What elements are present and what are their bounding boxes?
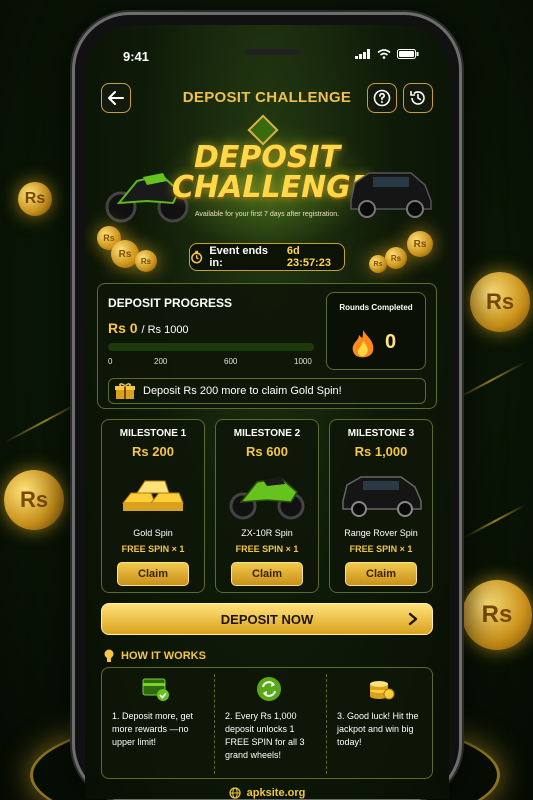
clock: 9:41 xyxy=(123,49,150,64)
back-button[interactable] xyxy=(101,83,131,113)
milestone-prize: ZX-10R Spin xyxy=(241,528,293,538)
history-button[interactable] xyxy=(403,83,433,113)
rounds-value: 0 xyxy=(385,331,397,353)
coin-pile-icon: Rs Rs Rs xyxy=(367,231,437,281)
progress-bar xyxy=(108,343,314,351)
background-coin: Rs xyxy=(462,580,532,650)
progress-tick: 600 xyxy=(224,357,238,366)
milestone-card-1: MILESTONE 1 Rs 200 Gold Spin FREE SPIN ×… xyxy=(101,419,205,593)
help-button[interactable] xyxy=(367,83,397,113)
claim-button[interactable]: Claim xyxy=(231,562,303,586)
deposit-now-button[interactable]: DEPOSIT NOW xyxy=(101,603,433,635)
milestone-card-3: MILESTONE 3 Rs 1,000 Range Rover Spin FR… xyxy=(329,419,433,593)
progress-current: Rs 0 xyxy=(108,320,138,336)
status-icons xyxy=(355,49,419,59)
chevron-right-icon xyxy=(408,612,418,626)
flame-icon xyxy=(352,330,374,358)
how-it-works-card: 1. Deposit more, get more rewards —no up… xyxy=(101,667,433,779)
gift-icon xyxy=(115,383,135,399)
deposit-progress-card: DEPOSIT PROGRESS Rs 0 / Rs 1000 0 200 60… xyxy=(97,283,437,409)
app-screen: 9:41 DEPOSIT CHALLENGE DEPOSIT CHALLENGE… xyxy=(85,25,449,799)
top-nav: DEPOSIT CHALLENGE xyxy=(85,79,449,119)
progress-note-text: Deposit Rs 200 more to claim Gold Spin! xyxy=(143,385,342,397)
lightbulb-icon xyxy=(104,649,114,662)
glow-streak xyxy=(463,503,527,539)
event-countdown: 6d 23:57:23 xyxy=(286,245,331,269)
question-icon xyxy=(373,89,391,107)
battery-icon xyxy=(397,49,419,59)
step-item: 1. Deposit more, get more rewards —no up… xyxy=(102,674,214,774)
step-item: 3. Good luck! Hit the jackpot and win bi… xyxy=(326,674,438,774)
suv-image xyxy=(350,172,432,218)
deposit-card-icon xyxy=(142,678,169,701)
progress-tick: 0 xyxy=(108,357,113,366)
background-coin: Rs xyxy=(4,470,64,530)
deposit-now-label: DEPOSIT NOW xyxy=(220,611,314,627)
milestone-spin: FREE SPIN × 1 xyxy=(235,544,299,554)
background-coin: Rs xyxy=(470,272,530,332)
milestone-amount: Rs 600 xyxy=(246,444,288,459)
phone-frame: 9:41 DEPOSIT CHALLENGE DEPOSIT CHALLENGE… xyxy=(72,12,462,800)
wifi-icon xyxy=(377,49,391,59)
step-text: 3. Good luck! Hit the jackpot and win bi… xyxy=(337,711,419,747)
background-coin: Rs xyxy=(18,182,52,216)
status-bar: 9:41 xyxy=(85,25,449,69)
milestone-art xyxy=(330,464,432,524)
milestone-art xyxy=(102,464,204,524)
globe-icon xyxy=(229,787,241,799)
event-timer: Event ends in: 6d 23:57:23 xyxy=(189,243,345,271)
step-item: 2. Every Rs 1,000 deposit unlocks 1 FREE… xyxy=(214,674,326,774)
milestone-title: MILESTONE 1 xyxy=(119,428,187,439)
rounds-label: Rounds Completed xyxy=(339,303,413,312)
stopwatch-icon xyxy=(191,250,203,264)
progress-amount: Rs 0 / Rs 1000 xyxy=(108,320,189,336)
step-text: 1. Deposit more, get more rewards —no up… xyxy=(112,711,194,747)
claim-button[interactable]: Claim xyxy=(117,562,189,586)
milestone-prize: Range Rover Spin xyxy=(344,528,418,538)
progress-note: Deposit Rs 200 more to claim Gold Spin! xyxy=(108,378,426,404)
progress-title: DEPOSIT PROGRESS xyxy=(108,296,233,310)
back-arrow-icon xyxy=(108,91,124,105)
how-it-works-heading: HOW IT WORKS xyxy=(103,649,206,663)
coin-stack-icon xyxy=(370,681,395,700)
site-url[interactable]: apksite.org xyxy=(247,787,306,799)
progress-tick: 200 xyxy=(154,357,168,366)
page-title: DEPOSIT CHALLENGE xyxy=(182,89,352,106)
milestone-prize: Gold Spin xyxy=(133,528,173,538)
milestone-amount: Rs 200 xyxy=(132,444,174,459)
milestone-art xyxy=(216,464,318,524)
signal-icon xyxy=(355,49,370,59)
gold-bars-icon xyxy=(121,480,184,511)
suv-icon xyxy=(342,476,422,517)
progress-target: / Rs 1000 xyxy=(141,324,189,336)
notch xyxy=(245,49,301,55)
history-clock-icon xyxy=(410,91,425,105)
hero-title: DEPOSIT CHALLENGE xyxy=(172,140,372,205)
refresh-icon xyxy=(257,677,281,701)
motorcycle-icon xyxy=(229,476,305,520)
milestone-spin: FREE SPIN × 1 xyxy=(349,544,413,554)
rounds-completed-box: Rounds Completed 0 xyxy=(326,292,426,370)
milestone-title: MILESTONE 3 xyxy=(347,428,415,439)
how-it-works-title: HOW IT WORKS xyxy=(121,650,206,662)
site-footer: apksite.org xyxy=(85,787,449,799)
glow-streak xyxy=(454,361,526,401)
hero-banner: DEPOSIT CHALLENGE Available for your fir… xyxy=(97,114,437,283)
milestone-spin: FREE SPIN × 1 xyxy=(121,544,185,554)
hero-subtitle: Available for your first 7 days after re… xyxy=(194,211,340,218)
step-text: 2. Every Rs 1,000 deposit unlocks 1 FREE… xyxy=(225,711,305,760)
milestone-card-2: MILESTONE 2 Rs 600 ZX-10R Spin FREE SPIN… xyxy=(215,419,319,593)
claim-button[interactable]: Claim xyxy=(345,562,417,586)
milestone-amount: Rs 1,000 xyxy=(354,444,408,459)
event-label: Event ends in: xyxy=(209,245,269,269)
progress-tick: 1000 xyxy=(294,357,312,366)
milestone-title: MILESTONE 2 xyxy=(233,428,301,439)
